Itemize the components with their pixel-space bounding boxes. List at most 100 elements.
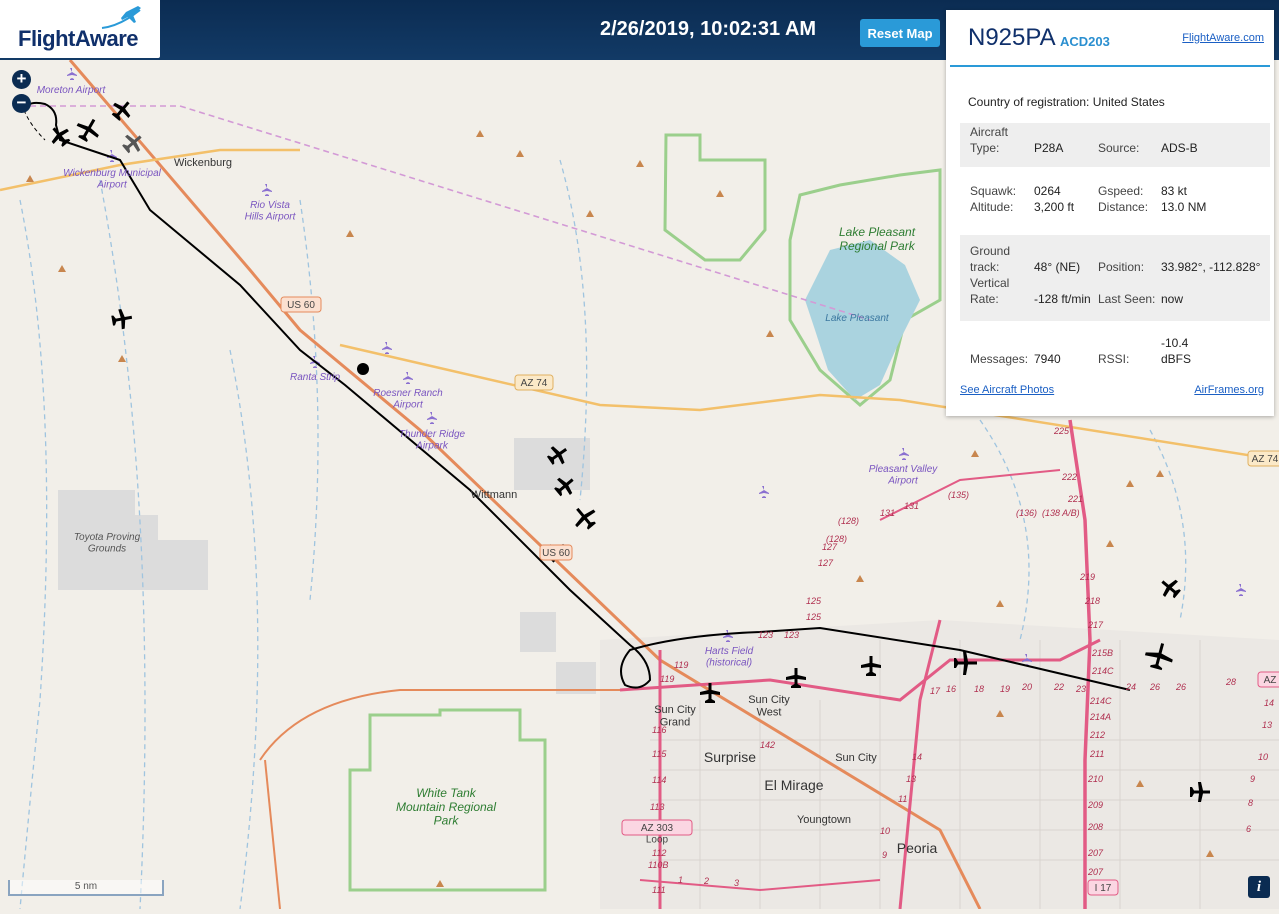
town-label-peoria: Peoria [897, 840, 938, 856]
svg-text:16: 16 [946, 684, 956, 694]
svg-text:24: 24 [1125, 682, 1136, 692]
altitude-value: 3,200 ft [1034, 200, 1075, 214]
svg-text:119: 119 [660, 674, 674, 684]
road-shield-i17: I 17 [1087, 879, 1119, 896]
grey-area [514, 438, 590, 490]
svg-text:123: 123 [784, 630, 799, 640]
svg-text:AZ: AZ [1264, 675, 1277, 686]
svg-text:110B: 110B [648, 860, 668, 870]
svg-text:1: 1 [678, 875, 683, 885]
svg-text:111: 111 [652, 885, 666, 895]
aircraft-position-marker[interactable] [357, 363, 369, 375]
flightaware-logo[interactable]: FlightAware [0, 0, 160, 58]
svg-text:19: 19 [1000, 684, 1010, 694]
aircraft-type-label: Aircraft Type: [970, 125, 1009, 155]
distance-label: Distance: [1098, 200, 1149, 214]
vertical-rate-value: -128 ft/min [1034, 292, 1091, 306]
aircraft-type-value: P28A [1034, 141, 1064, 155]
svg-text:207: 207 [1087, 848, 1104, 858]
road-shield-us60: US 60 [280, 296, 322, 313]
svg-text:142: 142 [760, 740, 775, 750]
svg-text:125: 125 [806, 596, 822, 606]
svg-text:Rio VistaHills Airport: Rio Vista Hills Airport [245, 200, 297, 223]
town-label-sun-city: Sun City [835, 752, 877, 764]
position-value: 33.982°, -112.828° [1161, 260, 1261, 274]
urban-area [600, 620, 1279, 909]
logo-text: FlightAware [18, 26, 139, 51]
town-label-wittmann: Wittmann [471, 489, 517, 501]
svg-text:218: 218 [1084, 596, 1100, 606]
rssi-value: -10.4 dBFS [1161, 336, 1192, 366]
reset-map-button[interactable]: Reset Map [860, 19, 940, 47]
ground-track-value: 48° (NE) [1034, 260, 1081, 274]
svg-text:127: 127 [818, 558, 834, 568]
svg-text:214C: 214C [1089, 696, 1112, 706]
svg-text:13: 13 [906, 774, 916, 784]
distance-value: 13.0 NM [1161, 200, 1207, 214]
svg-text:131: 131 [880, 508, 895, 518]
position-label: Position: [1098, 260, 1145, 274]
svg-text:Ranta Strip: Ranta Strip [290, 372, 340, 383]
lake-pleasant-park-label: Lake Pleasant Regional Park [839, 225, 916, 253]
flight-info-panel: N925PA ACD203 FlightAware.com Country of… [946, 10, 1274, 416]
svg-text:215B: 215B [1091, 648, 1113, 658]
svg-text:212: 212 [1089, 730, 1105, 740]
zoom-in-button[interactable]: + [12, 70, 31, 89]
timestamp: 2/26/2019, 10:02:31 AM [600, 18, 817, 40]
svg-text:113: 113 [650, 802, 664, 812]
svg-text:119: 119 [674, 660, 688, 670]
aircraft-photos-link[interactable]: See Aircraft Photos [960, 384, 1054, 396]
svg-text:I 17: I 17 [1095, 883, 1112, 894]
lake-pleasant-label: Lake Pleasant [825, 313, 890, 324]
svg-text:20: 20 [1021, 682, 1032, 692]
svg-text:11: 11 [898, 794, 907, 804]
svg-text:(138 A/B): (138 A/B) [1042, 508, 1080, 518]
svg-text:28: 28 [1225, 677, 1236, 687]
town-label-youngtown: Youngtown [797, 814, 851, 826]
svg-text:US 60: US 60 [287, 300, 315, 311]
last-seen-value: now [1161, 292, 1184, 306]
airframes-link[interactable]: AirFrames.org [1194, 384, 1264, 396]
info-button[interactable]: i [1248, 876, 1270, 898]
svg-text:US 60: US 60 [542, 548, 570, 559]
gspeed-label: Gspeed: [1098, 184, 1144, 198]
zoom-out-button[interactable]: − [12, 94, 31, 113]
svg-text:209: 209 [1087, 800, 1103, 810]
tail-number: N925PA [968, 24, 1056, 51]
road-shield-az74b: AZ 74 [1247, 450, 1279, 467]
svg-text:131: 131 [904, 501, 919, 511]
messages-label: Messages: [970, 352, 1029, 366]
svg-text:222: 222 [1061, 472, 1077, 482]
squawk-value: 0264 [1034, 184, 1061, 198]
svg-text:112: 112 [652, 848, 666, 858]
svg-text:18: 18 [974, 684, 984, 694]
svg-text:9: 9 [1250, 774, 1255, 784]
scale-bar: 5 nm [8, 880, 164, 896]
svg-text:9: 9 [882, 850, 887, 860]
road-shield-az: AZ [1257, 671, 1279, 688]
svg-text:214A: 214A [1089, 712, 1111, 722]
svg-text:219: 219 [1079, 572, 1095, 582]
flight-ident[interactable]: ACD203 [1060, 34, 1110, 49]
source-label: Source: [1098, 141, 1140, 155]
svg-text:14: 14 [912, 752, 922, 762]
svg-text:2: 2 [703, 876, 709, 886]
svg-text:221: 221 [1067, 494, 1083, 504]
road-shield-us60b: US 60 [539, 544, 573, 561]
svg-text:13: 13 [1262, 720, 1272, 730]
svg-text:10: 10 [880, 826, 890, 836]
svg-text:114: 114 [652, 775, 666, 785]
svg-text:3: 3 [734, 878, 739, 888]
svg-text:(128): (128) [838, 516, 859, 526]
town-label-surprise: Surprise [704, 749, 756, 765]
flightaware-link[interactable]: FlightAware.com [1182, 32, 1264, 44]
svg-text:210: 210 [1087, 774, 1103, 784]
ground-track-label: Ground track: [970, 244, 1011, 274]
svg-text:208: 208 [1087, 822, 1103, 832]
svg-text:225: 225 [1053, 426, 1070, 436]
svg-text:26: 26 [1149, 682, 1160, 692]
svg-text:(128): (128) [826, 534, 847, 544]
svg-text:10: 10 [1258, 752, 1268, 762]
altitude-label: Altitude: [970, 200, 1014, 214]
town-label-wickenburg: Wickenburg [174, 157, 232, 169]
